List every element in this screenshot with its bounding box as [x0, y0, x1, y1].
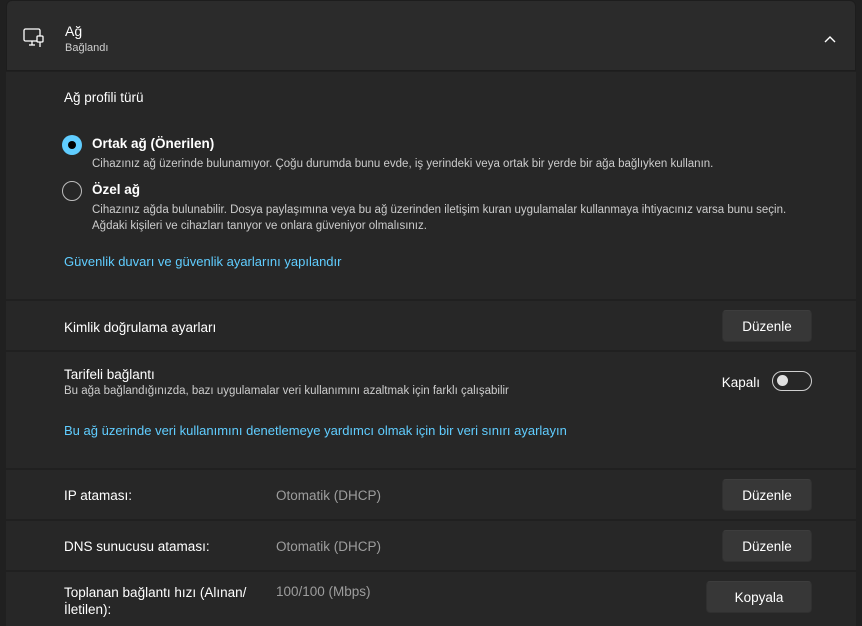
dns-edit-button[interactable]: Düzenle: [722, 530, 812, 562]
ip-edit-button[interactable]: Düzenle: [722, 479, 812, 511]
network-settings-panel: Ağ profili türü Ortak ağ (Önerilen) Ciha…: [6, 72, 856, 626]
public-network-label: Ortak ağ (Önerilen): [92, 136, 215, 151]
auth-edit-button[interactable]: Düzenle: [722, 310, 812, 342]
link-speed-label: Toplanan bağlantı hızı (Alınan/ İletilen…: [64, 585, 247, 617]
network-title: Ağ: [65, 23, 83, 39]
divider: [6, 350, 856, 352]
settings-window: Ağ Bağlandı Ağ profili türü Ortak ağ (Ön…: [0, 0, 862, 626]
public-network-description: Cihazınız ağ üzerinde bulunamıyor. Çoğu …: [92, 158, 714, 170]
radio-selected-icon[interactable]: [62, 135, 82, 155]
radio-unselected-icon[interactable]: [62, 181, 82, 201]
copy-button[interactable]: Kopyala: [706, 581, 812, 613]
network-header[interactable]: Ağ Bağlandı: [6, 0, 856, 71]
private-network-description: Cihazınız ağda bulunabilir. Dosya paylaş…: [92, 204, 787, 232]
network-monitor-icon: [23, 27, 45, 49]
ip-assignment-label: IP ataması:: [64, 488, 133, 503]
network-status: Bağlandı: [65, 42, 109, 54]
metered-toggle-state: Kapalı: [721, 375, 760, 390]
data-limit-link[interactable]: Bu ağ üzerinde veri kullanımını denetlem…: [64, 423, 567, 438]
dns-assignment-label: DNS sunucusu ataması:: [64, 539, 210, 554]
divider: [6, 570, 856, 572]
divider: [6, 299, 856, 301]
firewall-settings-link[interactable]: Güvenlik duvarı ve güvenlik ayarlarını y…: [64, 254, 341, 269]
private-network-label: Özel ağ: [92, 182, 141, 197]
metered-connection-description: Bu ağa bağlandığınızda, bazı uygulamalar…: [64, 385, 509, 397]
chevron-up-icon[interactable]: [823, 31, 837, 43]
auth-settings-label: Kimlik doğrulama ayarları: [64, 320, 217, 335]
metered-toggle[interactable]: [772, 371, 812, 391]
divider: [6, 468, 856, 470]
ip-assignment-value: Otomatik (DHCP): [276, 488, 382, 503]
toggle-knob: [777, 375, 788, 386]
divider: [6, 519, 856, 521]
link-speed-value: 100/100 (Mbps): [276, 584, 371, 599]
dns-assignment-value: Otomatik (DHCP): [276, 539, 382, 554]
metered-connection-label: Tarifeli bağlantı: [64, 367, 155, 382]
profile-type-title: Ağ profili türü: [64, 90, 144, 105]
